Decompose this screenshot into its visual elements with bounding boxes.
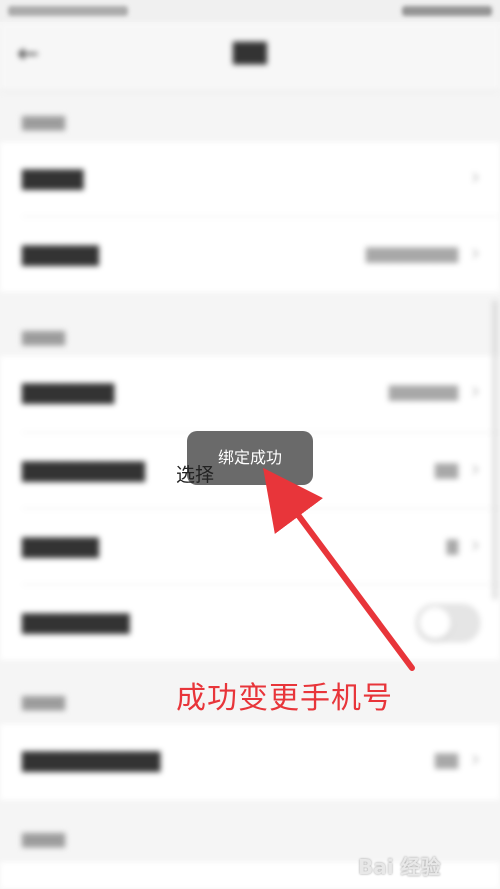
row-value-blurred: ▇▇▇▇▇▇▇▇ [365,245,458,263]
settings-row[interactable]: ▇▇▇▇▇ ▇ › [0,510,500,584]
row-value-blurred: ▇▇▇▇▇▇ [388,383,458,401]
settings-group-1: ▇▇▇▇ › ▇▇▇▇▇ ▇▇▇▇▇▇▇▇ › [0,142,500,292]
section-title-blurred: ▇▇▇▇ [22,330,66,346]
chevron-right-icon: › [471,379,480,404]
toggle-switch[interactable] [416,604,480,642]
section-title-blurred: ▇▇▇▇ [22,695,66,711]
settings-row-toggle[interactable]: ▇▇▇▇▇▇▇ [0,586,500,660]
divider [22,584,500,585]
annotation-label: 成功变更手机号 [176,681,393,716]
row-label-blurred: ▇▇▇▇▇▇▇▇ [22,458,146,482]
row-value-blurred: ▇▇ [434,461,458,479]
section-title-blurred: ▇▇▇▇ [22,832,66,848]
row-label-blurred: ▇▇▇▇▇▇ [22,380,115,404]
settings-row[interactable]: ▇▇▇▇▇ ▇▇▇▇▇▇▇▇ › [0,218,500,292]
divider [22,216,500,217]
baidu-jingyan-watermark: Bai 经验 [358,845,488,879]
settings-group-3: ▇▇▇▇▇▇▇▇▇ ▇▇ › [0,724,500,800]
row-value-blurred: ▇ [446,537,458,555]
settings-group-2: ▇▇▇▇▇▇ ▇▇▇▇▇▇ › ▇▇▇▇▇▇▇▇ ▇▇ › ▇▇▇▇▇ ▇ › … [0,356,500,660]
settings-row[interactable]: ▇▇▇▇▇▇ ▇▇▇▇▇▇ › [0,356,500,430]
chevron-right-icon: › [471,165,480,190]
row-value-blurred: ▇▇ [434,751,458,769]
toggle-knob [419,607,451,639]
chevron-right-icon: › [471,241,480,266]
chevron-right-icon: › [471,747,480,772]
section-title-blurred: ▇▇▇▇ [22,115,66,131]
watermark-text: Bai 经验 [358,855,441,879]
row-label-blurred: ▇▇▇▇▇▇▇ [22,610,130,634]
chevron-right-icon: › [471,533,480,558]
page-title-blurred: ▇▇ [233,40,267,65]
row-label-blurred: ▇▇▇▇▇▇▇▇▇ [22,748,161,772]
divider [22,508,500,509]
chevron-right-icon: › [471,457,480,482]
settings-row[interactable]: ▇▇▇▇ › [0,142,500,216]
partial-row-label: 选择 [176,464,215,486]
row-label-blurred: ▇▇▇▇▇ [22,534,99,558]
row-label-blurred: ▇▇▇▇ [22,166,84,190]
row-label-blurred: ▇▇▇▇▇ [22,242,99,266]
navigation-bar: ← ▇▇ [0,22,500,91]
scrollbar[interactable] [492,300,498,600]
settings-row[interactable]: ▇▇▇▇▇▇▇▇▇ ▇▇ › [0,724,500,798]
